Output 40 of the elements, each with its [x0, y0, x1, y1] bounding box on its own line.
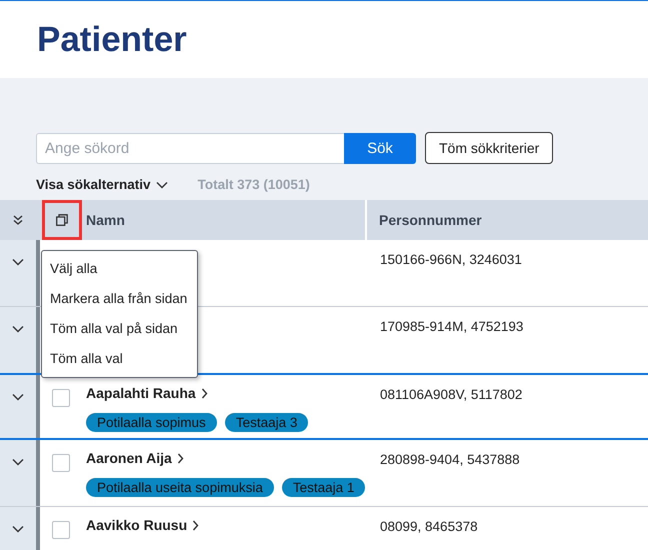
id-number: 150166-966N, 3246031	[380, 252, 522, 267]
tag: Testaaja 3	[224, 413, 308, 432]
clear-button[interactable]: Töm sökkriterier	[425, 132, 554, 164]
id-number: 08099, 8465378	[380, 519, 478, 534]
tag: Testaaja 1	[282, 478, 366, 497]
column-header[interactable]: Personnummer	[379, 212, 482, 228]
row-checkbox[interactable]	[52, 454, 70, 472]
copy-icon	[56, 214, 68, 226]
menu-item[interactable]: Töm alla val	[42, 344, 197, 374]
page-title: Patienter	[37, 20, 187, 60]
chevron-right-icon[interactable]	[176, 452, 184, 464]
expand-icon[interactable]	[12, 525, 24, 533]
total-count: Totalt 373 (10051)	[198, 177, 310, 192]
id-number: 170985-914M, 4752193	[380, 319, 524, 334]
expand-icon[interactable]	[12, 393, 24, 401]
id-number: 280898-9404, 5437888	[380, 452, 520, 467]
table-row[interactable]: Aavikko Ruusu 08099, 8465378	[0, 507, 648, 550]
table-row[interactable]: Aaronen Aija Potilaalla useita sopimuksia Testaaja 1 280898-9404, 5437888	[0, 440, 648, 507]
row-checkbox[interactable]	[52, 389, 70, 407]
menu-item[interactable]: Välj alla	[42, 254, 197, 284]
expand-icon[interactable]	[12, 325, 24, 333]
id-number: 081106A908V, 5117802	[380, 387, 522, 402]
column-header[interactable]: Namn	[86, 212, 125, 228]
patient-name[interactable]: Aavikko Ruusu	[86, 517, 188, 533]
row-checkbox[interactable]	[52, 521, 70, 539]
tag: Potilaalla useita sopimuksia	[86, 478, 274, 497]
patient-name[interactable]: Aapalahti Rauha	[86, 385, 196, 401]
collapse-all-icon[interactable]	[13, 215, 23, 225]
chevron-down-icon[interactable]	[156, 180, 168, 188]
select-all-control[interactable]	[42, 200, 82, 240]
patient-name[interactable]: Aaronen Aija	[86, 450, 172, 466]
options-toggle[interactable]: Visa sökalternativ	[36, 177, 151, 192]
menu-item[interactable]: Töm alla val på sidan	[42, 314, 197, 344]
tag: Potilaalla sopimus	[86, 413, 217, 432]
chevron-right-icon[interactable]	[192, 520, 200, 530]
expand-icon[interactable]	[12, 258, 24, 266]
chevron-right-icon[interactable]	[200, 388, 208, 398]
search-button[interactable]: Sök	[344, 132, 416, 164]
search-field[interactable]: Ange sökord	[36, 132, 344, 164]
expand-icon[interactable]	[12, 458, 24, 466]
